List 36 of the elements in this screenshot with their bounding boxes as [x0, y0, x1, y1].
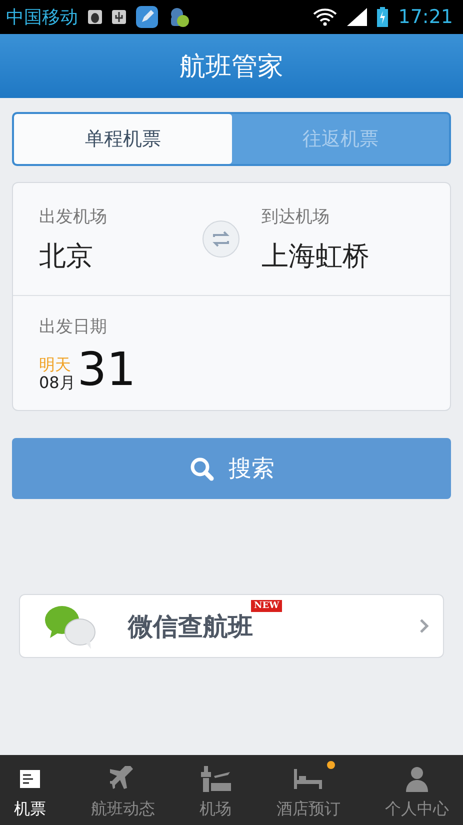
- nav-tab[interactable]: 航班动态: [76, 756, 169, 824]
- departure-field[interactable]: 出发机场 北京: [39, 204, 202, 274]
- day-number: 31: [77, 346, 136, 392]
- person-icon: [405, 766, 429, 792]
- wifi-icon: [313, 8, 338, 26]
- search-icon: [188, 456, 214, 482]
- arrival-field[interactable]: 到达机场 上海虹桥: [240, 204, 424, 274]
- field-label: 到达机场: [262, 206, 330, 228]
- relative-day: 明天: [39, 356, 76, 374]
- month-text: 08月: [39, 374, 76, 392]
- carrier-name: 中国移动: [6, 6, 78, 29]
- new-badge: NEW: [251, 600, 282, 612]
- signal-icon: [347, 8, 368, 26]
- nav-tab[interactable]: 机场: [186, 756, 246, 824]
- battery-icon: [377, 7, 388, 27]
- usb-icon: [112, 10, 126, 24]
- clock-time: 17:21: [398, 6, 453, 28]
- city-value: 上海虹桥: [262, 240, 370, 274]
- city-value: 北京: [39, 240, 93, 274]
- chat-bubbles-icon: [42, 603, 98, 649]
- nav-tab[interactable]: 机票: [0, 756, 60, 824]
- app-title: 航班管家: [180, 50, 284, 84]
- wechat-flight-card[interactable]: 微信查航班 NEW: [19, 594, 444, 658]
- chevron-right-icon: [419, 618, 429, 634]
- wechat-title: 微信查航班: [128, 610, 253, 642]
- plane-icon: [110, 766, 136, 792]
- bed-icon: [293, 766, 324, 790]
- nav-tab[interactable]: 个人中心: [371, 756, 463, 824]
- pen-icon: [136, 6, 158, 28]
- nav-tab[interactable]: 酒店预订: [262, 756, 354, 824]
- field-label: 出发日期: [39, 316, 107, 338]
- field-label: 出发机场: [39, 206, 107, 228]
- swap-icon[interactable]: [202, 220, 240, 258]
- trip-tab[interactable]: 单程机票: [14, 114, 232, 164]
- chat-notification-icon: [168, 6, 190, 28]
- control-tower-icon: [200, 766, 232, 792]
